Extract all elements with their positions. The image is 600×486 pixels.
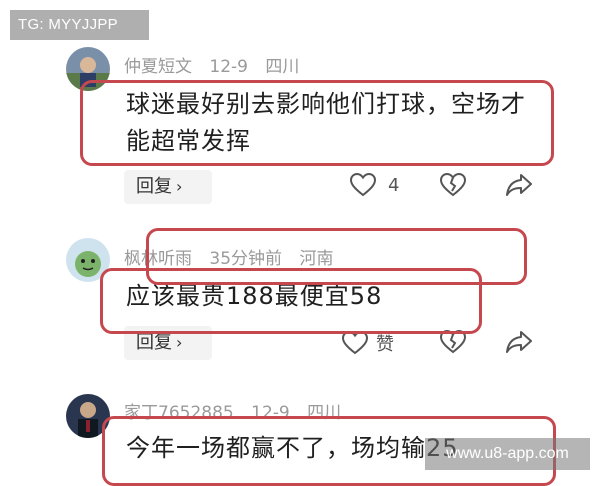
comment-text: 球迷最好别去影响他们打球，空场才能超常发挥 — [126, 90, 526, 155]
chevron-right-icon: › — [176, 333, 183, 352]
comment-meta: 枫林听雨 35分钟前 河南 — [124, 244, 345, 269]
comment-text: 应该最贵188最便宜58 — [126, 282, 383, 310]
avatar[interactable] — [66, 47, 110, 91]
watermark-top-left: TG: MYYJJPP — [10, 10, 149, 40]
share-icon — [506, 331, 532, 353]
comment-date: 12-9 — [209, 57, 248, 77]
chevron-right-icon: › — [176, 177, 183, 196]
share-button[interactable] — [505, 330, 533, 354]
dislike-button[interactable] — [440, 330, 466, 354]
like-label: 赞 — [376, 334, 394, 355]
broken-heart-icon — [440, 330, 466, 354]
reply-label: 回复 — [136, 332, 172, 353]
username[interactable]: 枫林听雨 — [124, 249, 192, 269]
comment-location: 四川 — [307, 403, 342, 423]
reply-button[interactable]: 回复 › — [124, 326, 212, 360]
comment-meta: 仲夏短文 12-9 四川 — [124, 52, 311, 77]
watermark-bottom-right: www.u8-app.com — [425, 438, 590, 470]
comment-date: 12-9 — [251, 403, 290, 423]
share-icon — [506, 174, 532, 196]
username[interactable]: 家丁7652885 — [124, 403, 234, 423]
reply-button[interactable]: 回复 › — [124, 170, 212, 204]
dislike-button[interactable] — [440, 173, 466, 197]
like-button[interactable]: 赞 — [342, 330, 394, 356]
reply-label: 回复 — [136, 176, 172, 197]
share-button[interactable] — [505, 173, 533, 197]
heart-icon — [342, 331, 368, 355]
heart-icon — [350, 173, 376, 197]
comment-date: 35分钟前 — [209, 249, 283, 269]
avatar[interactable] — [66, 394, 110, 438]
broken-heart-icon — [440, 173, 466, 197]
username[interactable]: 仲夏短文 — [124, 57, 192, 77]
like-button[interactable]: 4 — [350, 173, 399, 197]
comment-meta: 家丁7652885 12-9 四川 — [124, 398, 353, 423]
like-count: 4 — [388, 174, 400, 196]
comment-location: 四川 — [265, 57, 300, 77]
avatar[interactable] — [66, 238, 110, 282]
comment-location: 河南 — [299, 249, 334, 269]
